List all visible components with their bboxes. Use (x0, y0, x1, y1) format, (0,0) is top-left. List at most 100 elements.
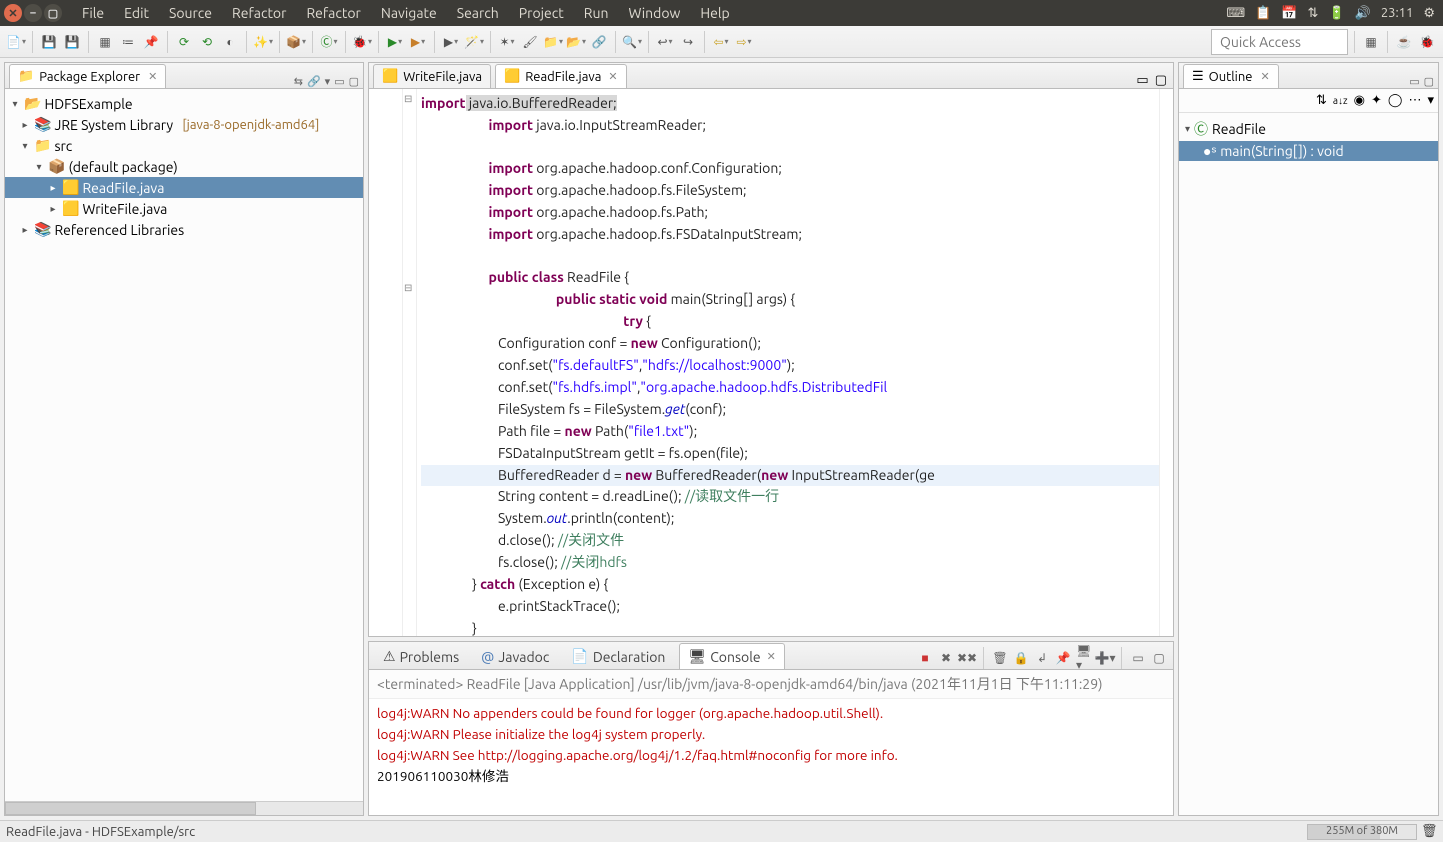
heap-status[interactable]: 255M of 380M (1307, 824, 1417, 840)
tree-src[interactable]: ▾📁src (5, 135, 363, 156)
collapse-all-icon[interactable]: ⇆ (294, 75, 303, 88)
close-icon[interactable]: ✕ (608, 70, 617, 83)
maximize-icon[interactable]: ▢ (1151, 650, 1167, 666)
minimize-icon[interactable]: ▭ (334, 75, 344, 88)
tree-readfile[interactable]: ▸🟨ReadFile.java (5, 177, 363, 198)
tab-javadoc[interactable]: @Javadoc (473, 645, 557, 669)
tab-declaration[interactable]: 📄Declaration (563, 644, 673, 669)
tb-wand-icon[interactable]: ✨ (253, 32, 273, 52)
tb-run-last-icon[interactable]: ▶ (441, 32, 461, 52)
menu-help[interactable]: Help (690, 1, 739, 25)
tb-search-icon[interactable]: 🔍 (622, 32, 642, 52)
tray-battery-icon[interactable]: 🔋 (1328, 6, 1344, 21)
outline-class[interactable]: ▾ⒸReadFile (1179, 117, 1438, 141)
menu-refactor[interactable]: Refactor (222, 1, 296, 25)
tray-gear-icon[interactable]: ⚙ (1423, 6, 1435, 21)
tb-open-type-icon[interactable]: 📦 (286, 32, 306, 52)
tb-filter-icon[interactable]: 📂 (566, 32, 586, 52)
sort-icon[interactable]: ⇅ (1316, 93, 1327, 108)
tray-input-icon[interactable]: ⌨ (1226, 6, 1245, 21)
tb-debug-perspective-icon[interactable]: 🐞 (1417, 32, 1437, 52)
terminate-icon[interactable]: ■ (917, 650, 933, 666)
close-icon[interactable]: ✕ (148, 70, 157, 83)
maximize-icon[interactable]: ▢ (1424, 75, 1434, 88)
tree-writefile[interactable]: ▸🟨WriteFile.java (5, 198, 363, 219)
tb-toggle-icon[interactable]: ≔ (118, 32, 138, 52)
tb-perspective-icon[interactable]: ▦ (1361, 32, 1381, 52)
tb-fwd-icon[interactable]: ⇨ (734, 32, 754, 52)
tb-up-icon[interactable]: ↪ (678, 32, 698, 52)
tab-writefile[interactable]: 🟨WriteFile.java (373, 64, 491, 88)
menu-file[interactable]: File (72, 1, 114, 25)
open-console-icon[interactable]: ➕▾ (1097, 650, 1113, 666)
view-menu-icon[interactable]: ▾ (1427, 93, 1434, 108)
hide-fields-icon[interactable]: ◉ (1354, 93, 1365, 108)
tab-console[interactable]: 🖥Console✕ (679, 643, 784, 669)
tab-problems[interactable]: ⚠Problems (375, 644, 467, 669)
menu-search[interactable]: Search (447, 1, 509, 25)
remove-launch-icon[interactable]: ✖ (938, 650, 954, 666)
tb-sync-icon[interactable]: ⟲ (197, 32, 217, 52)
code-editor[interactable]: import java.io.BufferedReader; import ja… (417, 89, 1159, 636)
window-maximize-button[interactable]: ▢ (44, 4, 62, 22)
close-icon[interactable]: ✕ (1260, 70, 1269, 83)
tree-referenced-libs[interactable]: ▸📚Referenced Libraries (5, 219, 363, 240)
hide-static-icon[interactable]: ✦ (1371, 93, 1382, 108)
tree-jre[interactable]: ▸📚JRE System Library [java-8-openjdk-amd… (5, 114, 363, 135)
hide-local-icon[interactable]: ⋯ (1408, 93, 1421, 108)
tray-clock[interactable]: 23:11 (1381, 6, 1414, 20)
word-wrap-icon[interactable]: ↲ (1034, 650, 1050, 666)
minimize-icon[interactable]: ▭ (1130, 650, 1146, 666)
tray-keyboard-icon[interactable]: 📋 (1255, 6, 1271, 21)
tb-new-icon[interactable]: 📄 (6, 32, 26, 52)
tab-outline[interactable]: ☰ Outline ✕ (1183, 64, 1279, 88)
view-menu-icon[interactable]: ▾ (325, 75, 331, 88)
clear-console-icon[interactable]: 🗑 (992, 650, 1008, 666)
tb-java-perspective-icon[interactable]: ☕ (1394, 32, 1414, 52)
tb-stop-obj-icon[interactable]: ◐ (220, 32, 240, 52)
scroll-lock-icon[interactable]: 🔒 (1013, 650, 1029, 666)
menu-run[interactable]: Run (574, 1, 619, 25)
tb-debug-icon[interactable]: 🐞 (352, 32, 372, 52)
pin-console-icon[interactable]: 📌 (1055, 650, 1071, 666)
overview-ruler[interactable] (1159, 89, 1173, 636)
tb-brush-icon[interactable]: 🖌 (520, 32, 540, 52)
tb-save-icon[interactable]: 💾 (39, 32, 59, 52)
tb-run-icon[interactable]: ▶ (385, 32, 405, 52)
link-editor-icon[interactable]: 🔗 (307, 75, 321, 88)
tb-back-icon[interactable]: ⇦ (711, 32, 731, 52)
tb-link-icon[interactable]: 🔗 (589, 32, 609, 52)
tb-ant-icon[interactable]: 🪄 (464, 32, 484, 52)
display-console-icon[interactable]: 🖥▾ (1076, 650, 1092, 666)
maximize-icon[interactable]: ▢ (349, 75, 359, 88)
trash-icon[interactable]: 🗑 (1421, 824, 1437, 840)
menu-edit[interactable]: Edit (114, 1, 159, 25)
minimize-icon[interactable]: ▭ (1409, 75, 1419, 88)
close-icon[interactable]: ✕ (767, 650, 776, 663)
menu-source[interactable]: Source (159, 1, 222, 25)
tray-volume-icon[interactable]: 🔊 (1355, 6, 1371, 21)
tree-project[interactable]: ▾📂HDFSExample (5, 93, 363, 114)
tb-coverage-icon[interactable]: ▶ (408, 32, 428, 52)
outline-main[interactable]: ●ˢmain(String[]) : void (1179, 141, 1438, 161)
tb-save-all-icon[interactable]: 💾 (62, 32, 82, 52)
tab-package-explorer[interactable]: 📁 Package Explorer ✕ (9, 64, 166, 88)
hide-nonpublic-icon[interactable]: ◯ (1388, 93, 1403, 108)
minimize-icon[interactable]: ▭ (1136, 73, 1148, 88)
menu-refactor-2[interactable]: Refactor (296, 1, 370, 25)
menu-navigate[interactable]: Navigate (371, 1, 447, 25)
maximize-icon[interactable]: ▢ (1155, 73, 1167, 88)
tb-refresh-icon[interactable]: ⟳ (174, 32, 194, 52)
tab-readfile[interactable]: 🟨ReadFile.java✕ (495, 64, 627, 88)
tray-network-icon[interactable]: ⇅ (1308, 6, 1319, 21)
tree-default-pkg[interactable]: ▾📦(default package) (5, 156, 363, 177)
menu-project[interactable]: Project (509, 1, 574, 25)
tb-build-icon[interactable]: ▦ (95, 32, 115, 52)
tb-pin-icon[interactable]: 📌 (141, 32, 161, 52)
az-sort-icon[interactable]: a↓z (1333, 95, 1348, 107)
tb-new-java-icon[interactable]: ✶ (497, 32, 517, 52)
console-output[interactable]: log4j:WARN No appenders could be found f… (369, 699, 1173, 815)
window-close-button[interactable]: ✕ (4, 4, 22, 22)
tray-calendar-icon[interactable]: 📅 (1281, 6, 1297, 21)
quick-access-input[interactable]: Quick Access (1211, 29, 1348, 55)
